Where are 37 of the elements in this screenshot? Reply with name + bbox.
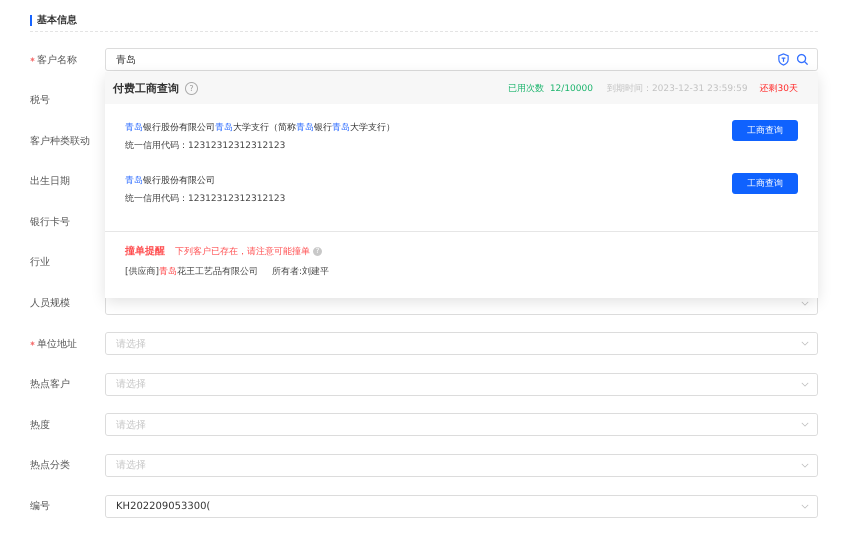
usage-count: 已用次数 12/10000 xyxy=(508,82,593,94)
field-label: 税号 xyxy=(30,94,50,108)
chevron-down-icon xyxy=(801,300,809,306)
field-label: 客户名称 xyxy=(37,54,77,66)
company-name[interactable]: 青岛银行股份有限公司 xyxy=(125,174,732,187)
field-label: 行业 xyxy=(30,256,50,270)
field-label: 热点客户 xyxy=(30,378,70,392)
field-label: 银行卡号 xyxy=(30,216,70,229)
warning-title: 撞单提醒 xyxy=(125,244,165,258)
chevron-down-icon xyxy=(801,462,809,468)
chevron-down-icon xyxy=(801,504,809,509)
field-label: 单位地址 xyxy=(37,338,77,351)
business-query-button[interactable]: 工商查询 xyxy=(732,120,798,141)
select-field[interactable]: KH202209053300( xyxy=(105,494,818,518)
customer-name-field[interactable]: 青岛 xyxy=(105,48,818,71)
chevron-down-icon xyxy=(801,382,809,387)
existing-customer: [供应商]青岛花王工艺品有限公司 xyxy=(125,266,258,278)
credit-code: 统一信用代码：12312312312312123 xyxy=(125,192,286,205)
business-query-button[interactable]: 工商查询 xyxy=(732,173,798,194)
field-label: 客户种类联动 xyxy=(30,134,90,148)
popup-title: 付费工商查询 xyxy=(113,80,179,96)
chevron-down-icon xyxy=(801,341,809,346)
field-label: 编号 xyxy=(30,500,50,514)
field-label: 人员规模 xyxy=(30,296,70,310)
company-name[interactable]: 青岛银行股份有限公司青岛大学支行（简称青岛银行青岛大学支行） xyxy=(125,121,732,134)
chevron-down-icon xyxy=(801,422,809,428)
search-icon[interactable] xyxy=(796,53,809,66)
field-label: 出生日期 xyxy=(30,174,70,188)
field-label: 热点分类 xyxy=(30,458,70,472)
credit-code: 统一信用代码：12312312312312123 xyxy=(125,140,286,152)
remaining-days: 还剩30天 xyxy=(760,82,798,94)
owner-text: 所有者:刘建平 xyxy=(272,266,330,278)
help-icon[interactable]: ? xyxy=(185,82,198,94)
warning-message: 下列客户已存在，请注意可能撞单 xyxy=(175,246,310,258)
section-title: 基本信息 xyxy=(37,14,77,27)
shield-icon[interactable] xyxy=(777,53,790,66)
field-label: 热度 xyxy=(30,418,50,432)
